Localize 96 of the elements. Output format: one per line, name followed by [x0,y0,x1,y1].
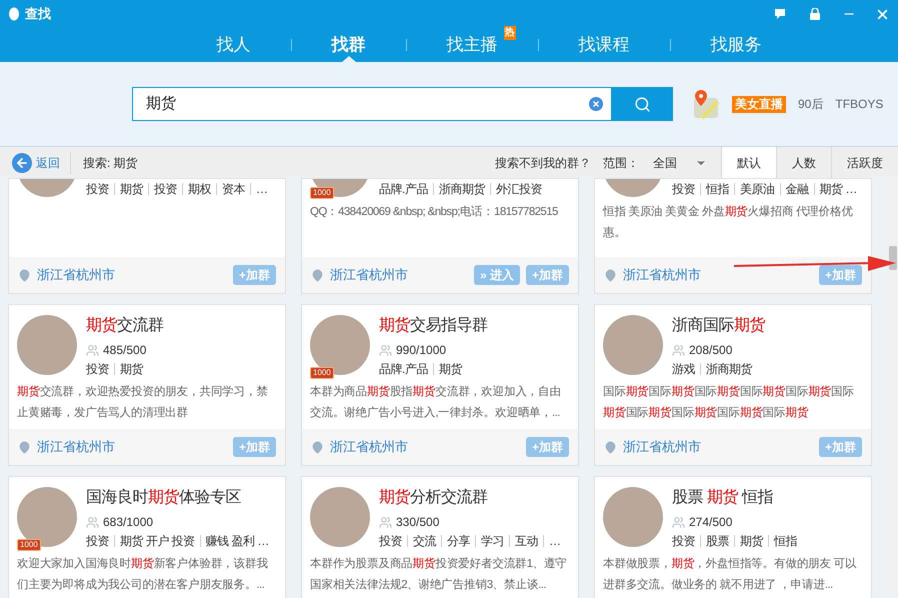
range-dropdown[interactable]: 全国 [653,154,721,172]
location-pin-icon [18,268,31,282]
member-count: 330/500 [396,514,440,531]
group-name[interactable]: 期货交易指导群 [379,315,488,337]
tag: 赚钱 盈利 … [206,532,269,550]
location-link[interactable]: 浙江省杭州市 [330,265,468,285]
location-link[interactable]: 浙江省杭州市 [37,437,227,457]
level-badge: 1000 [310,367,334,379]
hot-search-link[interactable]: 90后 [798,95,824,113]
location-link[interactable]: 浙江省杭州市 [330,437,520,457]
hot-badge: 热 [504,26,516,40]
location-pin-icon [604,268,617,282]
location-link[interactable]: 浙江省杭州市 [623,265,813,285]
tag: 恒指 [774,532,797,550]
member-count: 208/500 [689,342,732,359]
search-query-label: 搜索: 期货 [83,154,139,172]
search-field[interactable]: 期货 [132,87,612,121]
group-description: 欢迎大家加入国海良时期货新客户体验群，该群我们主要为即将成为我公司的潜在客户朋友服务。... [17,556,269,593]
help-link[interactable]: 搜索不到我的群？ [495,154,591,172]
search-icon [634,96,651,112]
clear-icon[interactable] [589,97,603,111]
location-pin-icon [18,440,31,454]
tag: 投资 [672,532,695,550]
hot-search-link[interactable]: TFBOYS [835,95,884,113]
members-icon [379,516,392,528]
members-icon [672,516,685,528]
tag: 品牌.产品 [379,360,428,378]
tag: 美原油 [740,180,774,198]
lock-icon[interactable] [809,8,821,20]
tag: 投资 [86,180,109,198]
member-count: 274/500 [689,514,732,531]
group-description: 恒指 美原油 美黄金 外盘期货火爆招商 代理价格优惠。 [603,204,854,241]
location-pin-icon [311,268,324,282]
tag: 分享 [447,532,470,550]
group-description: 本群作为股票及商品期货投资爱好者交流群1、遵守国家相关法律法规2、谢绝广告推销3、禁止谈... [310,556,568,593]
enter-button[interactable]: » 进入 [474,265,520,285]
tag: 游戏 [672,360,695,378]
group-description: 期货交流群，欢迎热爱投资的朋友，共同学习，禁止黄赌毒，发广告骂人的清理出群 [17,384,269,421]
search-button[interactable] [612,87,673,121]
tag: 期货 [120,360,143,378]
tag: 期货 [438,360,462,378]
tag: 浙商期货 [706,360,752,378]
scrollbar[interactable] [888,178,898,598]
group-description: 国际期货国际期货国际期货国际期货国际期货国际 期货国际期货国际期货国际期货国际期货 [603,384,855,421]
tag: 浙商期货 [438,180,485,198]
nav-tab[interactable]: 找课程 [578,28,630,62]
location-pin-icon [311,440,324,454]
member-count: 485/500 [103,342,146,359]
group-description: 本群为商品期货股指期货交流群，欢迎加入，自由交流。谢绝广告小号进入,一律封杀。欢迎晒单，... [310,384,562,421]
tag: 互动 [515,532,538,550]
members-icon [379,344,392,356]
tag: 金融 [786,180,808,198]
sort-tab[interactable]: 默认 [721,147,776,178]
tag: 投资 [86,532,109,550]
member-count: 683/1000 [103,514,154,531]
group-name[interactable]: 期货交流群 [86,315,164,337]
tag: 投资 [672,180,695,198]
tag: 学习 [481,532,504,550]
tag: 投资 [154,180,177,198]
location-link[interactable]: 浙江省杭州市 [37,265,227,285]
tag: 外汇投资 [496,180,542,198]
level-badge: 1000 [17,539,41,551]
tag: 恒指 [706,180,729,198]
tag: 期货 [740,532,763,550]
tag: 期权 [188,180,211,198]
group-name[interactable]: 国海良时期货体验专区 [86,487,269,509]
level-badge: 1000 [310,187,334,199]
window-title: 查找 [25,5,52,24]
tag: 股票 [706,532,729,550]
tag: 投资 [86,360,109,378]
group-description: QQ：438420069 &nbsp; &nbsp;电话：18157782515 [310,204,559,220]
tag: 品牌.产品 [379,180,428,198]
tag: … [256,180,268,198]
range-label: 范围： [603,154,639,172]
back-button[interactable]: 返回 [0,152,70,172]
group-name[interactable]: 浙商国际期货 [672,315,765,337]
hot-search-badge[interactable]: 美女直播 [732,96,786,112]
group-name[interactable]: 期货分析交流群 [379,487,560,509]
tag: 资本 [222,180,245,198]
tag: 期货 开户 投资 [120,532,195,550]
member-count: 990/1000 [396,342,446,359]
group-description: 本群做股票，期货，外盘恒指等。有做的朋友 可以进群多交流。做业务的 就不用进了 ，申请进... [603,556,858,593]
nav-tab[interactable]: 找服务 [710,28,762,62]
location-link[interactable]: 浙江省杭州市 [623,437,813,457]
members-icon [86,516,99,528]
tag: 期货 [120,180,143,198]
tag: … [549,532,560,550]
feedback-icon[interactable] [774,8,786,20]
members-icon [86,344,99,356]
tag: 投资 [379,532,402,550]
group-name[interactable]: 股票 期货 恒指 [672,487,797,509]
tag: 交流 [413,532,436,550]
tag: 期货 … [820,180,857,198]
location-pin-icon [604,440,617,454]
nav-tab[interactable]: 找人 [216,28,250,62]
members-icon [672,344,685,356]
